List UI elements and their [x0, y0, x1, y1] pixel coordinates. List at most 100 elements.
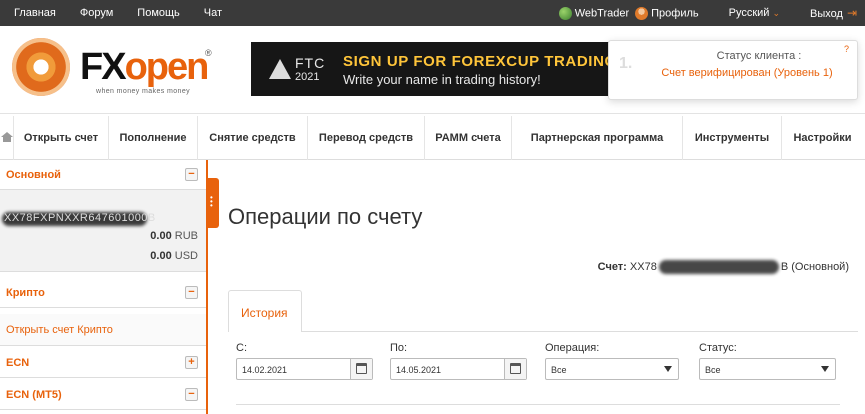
top-link-help[interactable]: Помощь: [137, 7, 180, 19]
group-crypto-label: Крипто: [6, 287, 45, 299]
chevron-down-icon: ⌄: [772, 8, 781, 18]
calendar-icon: [356, 363, 367, 374]
collapse-ecn-mt5-button[interactable]: −: [185, 388, 198, 401]
lion-logo-icon: [12, 38, 70, 96]
brand-fx: FX: [80, 46, 127, 88]
grip-icon: • • •: [210, 193, 213, 210]
balance-rub: 0.00 RUB: [150, 230, 198, 242]
nav-pamm[interactable]: PAMM счета: [425, 116, 512, 160]
filter-status: Статус: Все: [699, 342, 836, 380]
group-main-label: Основной: [6, 169, 61, 181]
account-suffix: B (Основной): [780, 260, 849, 273]
top-link-forum[interactable]: Форум: [80, 7, 113, 19]
from-date-field[interactable]: 14.02.2021: [236, 358, 373, 380]
operation-select[interactable]: Все: [545, 358, 679, 380]
brand-tagline: when money makes money: [96, 88, 191, 95]
nav-settings[interactable]: Настройки: [782, 116, 863, 160]
brand-open: open: [124, 46, 210, 88]
page-title: Операции по счету: [228, 204, 423, 229]
nav-home[interactable]: [0, 116, 14, 160]
account-line: Счет: XX78 B (Основной): [598, 260, 849, 274]
webtrader-label: WebTrader: [574, 6, 630, 19]
ftc-label: FTC: [295, 55, 326, 71]
balance-rub-currency: RUB: [174, 230, 198, 242]
client-status-title: Статус клиента :: [716, 50, 802, 62]
filter-from: С: 14.02.2021: [236, 342, 373, 380]
group-crypto[interactable]: Крипто −: [0, 278, 206, 308]
filters-panel: С: 14.02.2021 По: 14.05.2021 Операция: В…: [236, 342, 846, 392]
dropdown-arrow-icon: [821, 366, 829, 372]
logo[interactable]: FXopen ® when money makes money: [12, 36, 212, 106]
operation-select-value: Все: [551, 365, 567, 375]
webtrader-link[interactable]: WebTrader: [558, 6, 630, 20]
from-date-value: 14.02.2021: [242, 365, 288, 375]
nav-transfer[interactable]: Перевод средств: [308, 116, 425, 160]
group-ecn[interactable]: ECN +: [0, 348, 206, 378]
header: FXopen ® when money makes money FTC 2021…: [0, 26, 865, 114]
client-status-box: 1. ? Статус клиента : Счет верифицирован…: [608, 40, 858, 100]
main-nav: Открыть счет Пополнение Снятие средств П…: [0, 116, 865, 160]
account-id: XX78FXPNXXR647601000B: [4, 212, 156, 224]
status-step: 1.: [619, 55, 633, 72]
banner-headline: SIGN UP FOR FOREXCUP TRADING: [343, 53, 617, 70]
filter-to-label: По:: [390, 342, 408, 354]
group-main[interactable]: Основной −: [0, 160, 206, 190]
filter-operation-label: Операция:: [545, 342, 600, 354]
open-crypto-account-link[interactable]: Открыть счет Крипто: [0, 314, 206, 346]
balance-usd: 0.00 USD: [150, 250, 198, 262]
top-bar: Главная Форум Помощь Чат WebTrader Профи…: [0, 0, 865, 26]
logout-icon: ⇥: [846, 6, 857, 20]
sidebar-toggle-handle[interactable]: • • •: [207, 178, 219, 228]
nav-partner[interactable]: Партнерская программа: [512, 116, 683, 160]
user-icon: [635, 6, 649, 20]
filter-from-label: С:: [236, 342, 247, 354]
status-select[interactable]: Все: [699, 358, 836, 380]
top-link-chat[interactable]: Чат: [204, 7, 222, 19]
from-calendar-button[interactable]: [350, 359, 372, 379]
webtrader-icon: [558, 6, 572, 20]
nav-withdraw[interactable]: Снятие средств: [198, 116, 308, 160]
open-crypto-label: Открыть счет Крипто: [6, 324, 113, 336]
group-ecn-mt5[interactable]: ECN (MT5) −: [0, 380, 206, 410]
profile-label: Профиль: [651, 6, 699, 19]
filter-to: По: 14.05.2021: [390, 342, 527, 380]
collapse-main-button[interactable]: −: [185, 168, 198, 181]
logout-link[interactable]: Выход ⇥: [810, 6, 857, 20]
banner-subline: Write your name in trading history!: [343, 72, 541, 87]
account-prefix: XX78: [629, 260, 657, 273]
account-label: Счет:: [597, 260, 627, 273]
status-select-value: Все: [705, 365, 721, 375]
balance-rub-value: 0.00: [150, 230, 172, 242]
redaction-mark: [658, 260, 779, 274]
tab-divider: [302, 331, 858, 332]
tab-history[interactable]: История: [228, 290, 302, 332]
nav-open-account[interactable]: Открыть счет: [14, 116, 109, 160]
brand-name: FXopen: [80, 46, 210, 88]
balance-usd-currency: USD: [174, 250, 198, 262]
ftc-triangle-icon: [269, 59, 291, 79]
filter-status-label: Статус:: [699, 342, 737, 354]
language-selector[interactable]: Русский ⌄: [729, 7, 780, 19]
filter-operation: Операция: Все: [545, 342, 679, 380]
top-link-home[interactable]: Главная: [14, 7, 56, 19]
nav-deposit[interactable]: Пополнение: [109, 116, 198, 160]
collapse-crypto-button[interactable]: −: [185, 286, 198, 299]
ftc-year: 2021: [295, 71, 320, 83]
group-ecn-label: ECN: [6, 357, 30, 369]
calendar-icon: [510, 363, 521, 374]
to-date-value: 14.05.2021: [396, 365, 442, 375]
dropdown-arrow-icon: [664, 366, 672, 372]
account-sidebar: Основной − XX78FXPNXXR647601000B 0.00 RU…: [0, 160, 208, 414]
tab-history-label: История: [241, 306, 288, 320]
main-content: Операции по счету Счет: XX78 B (Основной)…: [220, 160, 865, 414]
account-card[interactable]: XX78FXPNXXR647601000B 0.00 RUB 0.00 USD: [0, 190, 206, 272]
to-date-field[interactable]: 14.05.2021: [390, 358, 527, 380]
language-label: Русский: [728, 7, 770, 19]
nav-tools[interactable]: Инструменты: [683, 116, 782, 160]
to-calendar-button[interactable]: [504, 359, 526, 379]
profile-link[interactable]: Профиль: [635, 6, 699, 20]
logout-label: Выход: [810, 8, 843, 20]
filters-divider: [236, 404, 840, 405]
expand-ecn-button[interactable]: +: [185, 356, 198, 369]
client-status-value[interactable]: Счет верифицирован (Уровень 1): [639, 67, 855, 79]
